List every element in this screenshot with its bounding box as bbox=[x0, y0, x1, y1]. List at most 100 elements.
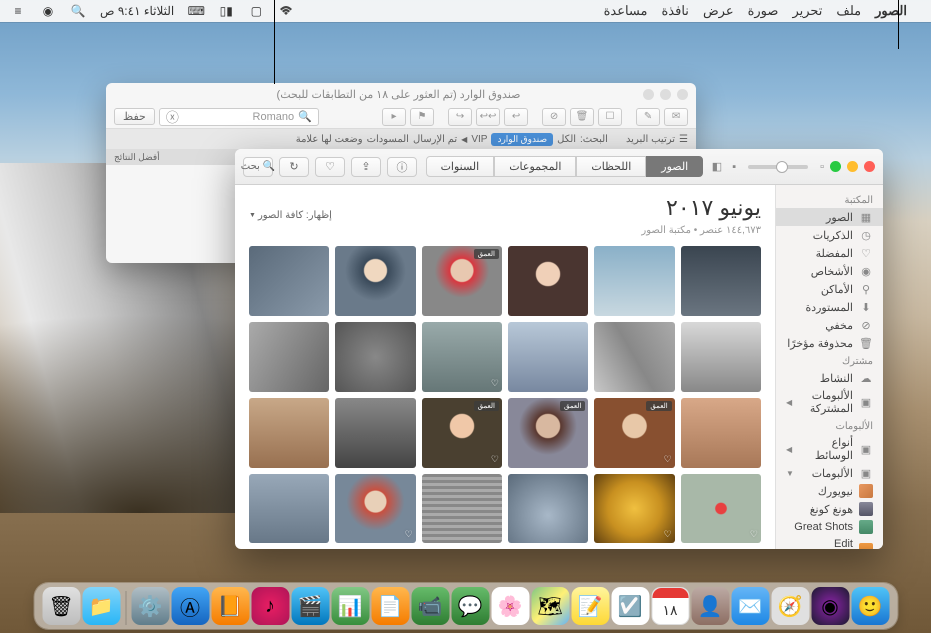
photo-thumbnail[interactable] bbox=[249, 474, 329, 544]
mail-move-icon[interactable]: ▸ bbox=[382, 108, 406, 126]
photos-search-button[interactable]: 🔍 بحث bbox=[243, 157, 273, 177]
photo-thumbnail[interactable]: ♡ bbox=[681, 474, 761, 544]
sidebar-item-photos[interactable]: ▦الصور bbox=[776, 208, 883, 226]
photo-thumbnail[interactable] bbox=[422, 474, 502, 544]
keyboard-input-icon[interactable]: ⌨ bbox=[188, 3, 204, 19]
mail-save-button[interactable]: حفظ bbox=[114, 108, 155, 125]
tab-years[interactable]: السنوات bbox=[426, 156, 495, 177]
notification-center-icon[interactable]: ≡ bbox=[10, 3, 26, 19]
photo-thumbnail[interactable]: ♡ bbox=[335, 474, 415, 544]
filter-all[interactable]: الكل bbox=[557, 134, 576, 145]
mail-titlebar[interactable]: صندوق الوارد (تم العثور على ١٨ من التطاب… bbox=[106, 83, 696, 105]
menu-help[interactable]: مساعدة bbox=[604, 3, 648, 19]
dock-notes-icon[interactable]: 📝 bbox=[571, 587, 609, 625]
wifi-icon[interactable] bbox=[278, 3, 294, 19]
dock-numbers-icon[interactable]: 📊 bbox=[331, 587, 369, 625]
dock-contacts-icon[interactable]: 👤 bbox=[691, 587, 729, 625]
sidebar-item-deleted[interactable]: 🗑محذوفة مؤخرًا bbox=[776, 334, 883, 352]
dock-trash-icon[interactable]: 🗑 bbox=[42, 587, 80, 625]
dock-photos-icon[interactable]: 🌸 bbox=[491, 587, 529, 625]
mail-reply-all-icon[interactable]: ↩↩ bbox=[476, 108, 500, 126]
photo-thumbnail[interactable] bbox=[508, 246, 588, 316]
mail-traffic-lights[interactable] bbox=[643, 89, 688, 100]
photos-titlebar[interactable]: ▫ ▪ ◧ الصور اللحظات المجموعات السنوات ⓘ … bbox=[235, 149, 883, 185]
sidebar-item-memories[interactable]: ◷الذكريات bbox=[776, 226, 883, 244]
siri-status-icon[interactable]: ◉ bbox=[40, 3, 56, 19]
photo-thumbnail[interactable] bbox=[594, 322, 674, 392]
filter-vip[interactable]: VIP bbox=[471, 134, 487, 145]
menu-image[interactable]: صورة bbox=[748, 3, 779, 19]
disclosure-icon[interactable]: ▼ bbox=[786, 469, 794, 478]
dock-itunes-icon[interactable]: ♪ bbox=[251, 587, 289, 625]
airplay-icon[interactable]: ▢ bbox=[248, 3, 264, 19]
mail-forward-icon[interactable]: ↪ bbox=[448, 108, 472, 126]
dock-pages-icon[interactable]: 📄 bbox=[371, 587, 409, 625]
sidebar-toggle-icon[interactable]: ◧ bbox=[712, 160, 722, 173]
photo-thumbnail[interactable] bbox=[335, 246, 415, 316]
dock-messages-icon[interactable]: 💬 bbox=[451, 587, 489, 625]
mail-archive-icon[interactable]: ☐ bbox=[598, 108, 622, 126]
photo-thumbnail[interactable]: ♡ bbox=[422, 322, 502, 392]
close-button[interactable] bbox=[677, 89, 688, 100]
battery-icon[interactable]: ▮▯ bbox=[218, 3, 234, 19]
dock-facetime-icon[interactable]: 📹 bbox=[411, 587, 449, 625]
menubar-clock[interactable]: الثلاثاء ٩:٤١ ص bbox=[100, 4, 174, 18]
share-button-icon[interactable]: ⇪ bbox=[351, 157, 381, 177]
filter-sent[interactable]: تم الإرسال bbox=[413, 134, 457, 145]
minimize-button[interactable] bbox=[660, 89, 671, 100]
dock-calendar-icon[interactable]: ١٨ bbox=[651, 587, 689, 625]
photo-thumbnail[interactable] bbox=[594, 246, 674, 316]
photo-thumbnail[interactable] bbox=[335, 322, 415, 392]
mail-search-field[interactable]: 🔍 Romano ⓧ bbox=[159, 108, 319, 126]
zoom-out-icon[interactable]: ▫ bbox=[820, 161, 824, 173]
photo-thumbnail[interactable] bbox=[335, 398, 415, 468]
sidebar-item-my-albums[interactable]: ▣الألبومات▼ bbox=[776, 464, 883, 482]
dock-keynote-icon[interactable]: 🎬 bbox=[291, 587, 329, 625]
sidebar-item-favorites[interactable]: ♡المفضلة bbox=[776, 244, 883, 262]
photo-thumbnail[interactable] bbox=[249, 246, 329, 316]
photo-thumbnail[interactable] bbox=[508, 322, 588, 392]
menu-edit[interactable]: تحرير bbox=[792, 3, 822, 19]
menu-view[interactable]: عرض bbox=[703, 3, 734, 19]
clear-search-icon[interactable]: ⓧ bbox=[166, 107, 179, 126]
dock-maps-icon[interactable]: 🗺 bbox=[531, 587, 569, 625]
dock-ibooks-icon[interactable]: 📙 bbox=[211, 587, 249, 625]
rotate-button-icon[interactable]: ↻ bbox=[279, 157, 309, 177]
filter-inbox[interactable]: صندوق الوارد bbox=[491, 133, 553, 146]
disclosure-icon[interactable]: ◀ bbox=[786, 445, 792, 454]
dock-finder-icon[interactable]: 🙂 bbox=[851, 587, 889, 625]
sidebar-item-media-types[interactable]: ▣أنواع الوسائط◀ bbox=[776, 434, 883, 464]
show-filter-dropdown[interactable]: إظهار: كافة الصور ▼ bbox=[249, 210, 332, 221]
dock-mail-icon[interactable]: ✉️ bbox=[731, 587, 769, 625]
photo-thumbnail[interactable] bbox=[249, 322, 329, 392]
info-button-icon[interactable]: ⓘ bbox=[387, 157, 417, 177]
sidebar-item-hidden[interactable]: ⊘مخفي bbox=[776, 316, 883, 334]
photo-thumbnail[interactable]: ♡ bbox=[594, 474, 674, 544]
photos-main-content[interactable]: يونيو ٢٠١٧ إظهار: كافة الصور ▼ ١٤٤,٦٧٣ ع… bbox=[235, 185, 775, 549]
photos-traffic-lights[interactable] bbox=[830, 161, 875, 172]
mail-flag-icon[interactable]: ⚑ bbox=[410, 108, 434, 126]
sidebar-item-people[interactable]: ◉الأشخاص bbox=[776, 262, 883, 280]
menu-window[interactable]: نافذة bbox=[662, 3, 689, 19]
tab-collections[interactable]: المجموعات bbox=[494, 156, 576, 177]
sidebar-album-hongkong[interactable]: هونغ كونغ bbox=[776, 500, 883, 518]
photo-thumbnail[interactable] bbox=[681, 322, 761, 392]
mail-compose-icon[interactable]: ✎ bbox=[636, 108, 660, 126]
zoom-in-icon[interactable]: ▪ bbox=[732, 161, 736, 173]
photo-thumbnail[interactable]: العمق bbox=[508, 398, 588, 468]
dock-appstore-icon[interactable]: Ⓐ bbox=[171, 587, 209, 625]
zoom-button[interactable] bbox=[643, 89, 654, 100]
favorite-button-icon[interactable]: ♡ bbox=[315, 157, 345, 177]
sidebar-album-edit-examples[interactable]: Edit Examples bbox=[776, 536, 883, 549]
mail-junk-icon[interactable]: ⊘ bbox=[542, 108, 566, 126]
mail-delete-icon[interactable]: 🗑 bbox=[570, 108, 594, 126]
photo-thumbnail[interactable] bbox=[681, 398, 761, 468]
spotlight-icon[interactable]: 🔍 bbox=[70, 3, 86, 19]
filter-drafts[interactable]: المسودات bbox=[367, 134, 409, 145]
close-button[interactable] bbox=[864, 161, 875, 172]
mail-sort-icon[interactable]: ☰ bbox=[679, 134, 688, 145]
photo-thumbnail[interactable]: العمق♡ bbox=[422, 398, 502, 468]
mail-sort-label[interactable]: ترتيب البريد bbox=[626, 134, 675, 145]
mail-get-mail-icon[interactable]: ✉ bbox=[664, 108, 688, 126]
sidebar-album-great-shots[interactable]: Great Shots bbox=[776, 518, 883, 536]
